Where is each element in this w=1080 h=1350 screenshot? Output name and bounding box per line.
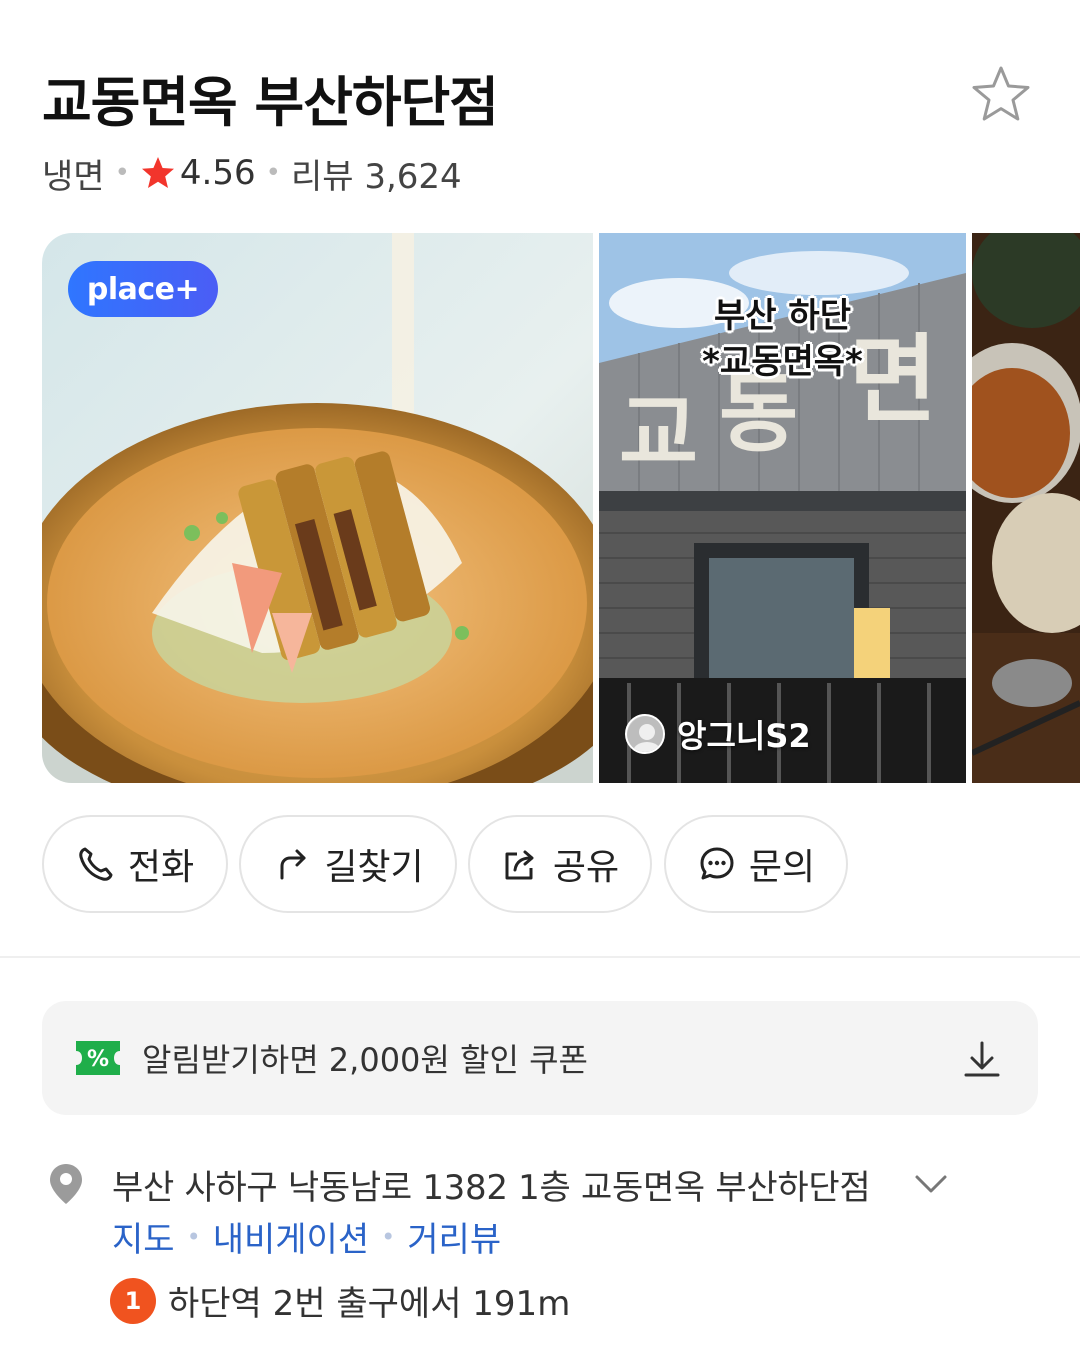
coupon-text: 알림받기하면 2,000원 할인 쿠폰: [142, 1041, 588, 1079]
station-distance: 하단역 2번 출구에서 191m: [168, 1284, 571, 1324]
avatar: [625, 714, 665, 754]
page-title: 교동면옥 부산하단점: [42, 71, 499, 134]
section-divider: [0, 956, 1080, 958]
favorite-star-icon[interactable]: [968, 62, 1034, 128]
nearest-station: 1 하단역 2번 출구에서 191m: [110, 1276, 570, 1325]
rating-star-icon: [141, 157, 174, 188]
navigation-link[interactable]: 내비게이션: [213, 1212, 369, 1261]
download-icon[interactable]: [962, 1039, 1002, 1079]
svg-text:%: %: [87, 1047, 109, 1072]
share-icon: [505, 850, 534, 880]
author-name: 앙그니S2: [677, 717, 811, 755]
separator-dot: •: [265, 158, 281, 188]
place-meta: 냉면 • 4.56 • 리뷰 3,624: [42, 149, 462, 198]
photo-author[interactable]: 앙그니S2: [625, 711, 811, 757]
separator-dot: •: [114, 158, 130, 188]
photo-carousel[interactable]: place+ 교 동 면 부산 하단 *교동면옥* 앙그니S2: [42, 233, 1080, 783]
photo-caption: 부산 하단 *교동면옥*: [599, 293, 966, 385]
photo-naengmyeon[interactable]: place+: [42, 233, 593, 783]
chat-icon: [700, 847, 734, 880]
category-label: 냉면: [42, 156, 105, 197]
share-button[interactable]: 공유: [468, 815, 652, 913]
location-pin-icon: [50, 1164, 82, 1204]
caption-line-2: *교동면옥*: [702, 342, 863, 382]
phone-icon: [79, 847, 113, 881]
review-count-link[interactable]: 리뷰 3,624: [291, 149, 462, 198]
street-view-link[interactable]: 거리뷰: [407, 1212, 501, 1261]
separator-dot: •: [381, 1222, 396, 1251]
caption-line-1: 부산 하단: [714, 296, 851, 336]
directions-icon: [280, 849, 306, 880]
directions-button[interactable]: 길찾기: [239, 815, 457, 913]
inquiry-button[interactable]: 문의: [664, 815, 848, 913]
place-plus-badge: place+: [68, 261, 218, 317]
coupon-icon: %: [76, 1041, 120, 1075]
address-links: 지도 • 내비게이션 • 거리뷰: [112, 1212, 501, 1261]
address-text: 부산 사하구 낙동남로 1382 1층 교동면옥 부산하단점: [112, 1168, 871, 1208]
rating-value: 4.56: [179, 153, 256, 193]
coupon-banner[interactable]: % 알림받기하면 2,000원 할인 쿠폰: [42, 1001, 1038, 1115]
photo-storefront[interactable]: 교 동 면 부산 하단 *교동면옥* 앙그니S2: [599, 233, 966, 783]
chevron-down-icon[interactable]: [914, 1172, 948, 1196]
subway-line-badge: 1: [110, 1277, 156, 1324]
inquiry-label: 문의: [748, 847, 816, 888]
separator-dot: •: [186, 1222, 201, 1251]
photo-dishes[interactable]: [972, 233, 1080, 783]
call-button[interactable]: 전화: [42, 815, 228, 913]
svg-text:교: 교: [619, 384, 698, 484]
directions-label: 길찾기: [324, 847, 424, 888]
share-label: 공유: [552, 847, 620, 888]
map-link[interactable]: 지도: [112, 1212, 175, 1261]
call-label: 전화: [127, 847, 195, 888]
